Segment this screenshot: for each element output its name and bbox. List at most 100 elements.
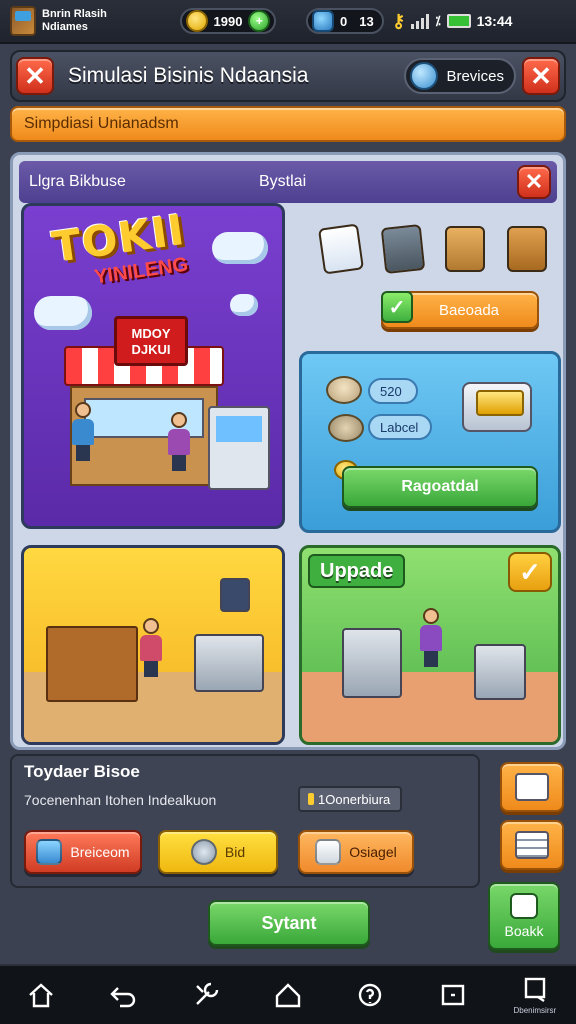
nav-profile[interactable]: Dbenimsirsr — [511, 971, 559, 1019]
panel-header-left: Llgra Bikbuse — [29, 173, 126, 190]
indicator-icon — [308, 793, 314, 805]
coin-counter[interactable]: 1990 + — [180, 8, 276, 34]
signal-icon — [411, 13, 430, 29]
worker-figure — [420, 608, 442, 668]
nav-back[interactable] — [99, 971, 147, 1019]
app-title-line1: Bnrin Rlasih — [42, 8, 107, 20]
info-banner: Simpdiasi Unianadsm — [10, 106, 566, 142]
business-info-panel: Toydaer Bisoe 7ocenenhan Itohen Indealku… — [10, 754, 480, 888]
inventory-label: Labcel — [368, 414, 432, 440]
display-stand — [194, 634, 264, 692]
stock-button-label: Boakk — [504, 923, 544, 939]
coin-icon — [186, 10, 208, 32]
app-title-line2: Ndiames — [42, 21, 88, 33]
info-pill-text: 1Oonerbiura — [318, 791, 391, 807]
edit-side-button[interactable] — [500, 762, 564, 812]
app-logo-text: Bnrin Rlasih Ndiames — [42, 8, 107, 34]
computer-icon — [36, 839, 63, 865]
bid-button-label: Bid — [224, 844, 246, 860]
sign-board — [220, 578, 250, 612]
register-machine — [342, 628, 402, 698]
inventory-value: 520 — [368, 378, 418, 404]
inventory-card[interactable]: 520 Labcel Ragoatdal — [299, 351, 561, 533]
store-sign-line2: DJKUI — [131, 342, 171, 357]
document-icon[interactable] — [317, 223, 365, 275]
crate-icon[interactable] — [380, 224, 426, 274]
bowl-icon — [328, 414, 364, 442]
shopkeeper-figure — [72, 402, 94, 462]
upgrade-label: Uppade — [308, 554, 406, 588]
info-subtitle: 7ocenenhan Itohen Indealkuon — [24, 792, 217, 808]
app-logo-icon — [10, 6, 36, 36]
cloud-icon — [230, 294, 258, 316]
coin-value: 1990 — [213, 13, 243, 29]
resource-counter[interactable]: 0 13 — [306, 8, 384, 34]
system-status: ⚷ ⁒ 13:44 — [392, 11, 512, 32]
data-icon: ⁒ — [435, 14, 441, 28]
main-panel: Llgra Bikbuse Bystlai ✕ TOKII YINILENG M… — [10, 152, 566, 750]
nav-support[interactable] — [346, 971, 394, 1019]
market-card[interactable] — [21, 545, 285, 745]
panel-header: Llgra Bikbuse Bystlai ✕ — [19, 161, 557, 203]
package-icon[interactable] — [507, 226, 547, 272]
stock-button[interactable]: Boakk — [488, 882, 560, 950]
status-bar: Bnrin Rlasih Ndiames 1990 + 0 13 ⚷ ⁒ 13:… — [0, 0, 576, 44]
profile-icon — [524, 977, 546, 1002]
shield-icon — [190, 839, 217, 865]
storage-button[interactable]: Osiagel — [298, 830, 414, 874]
cart-illustration — [208, 406, 270, 490]
browse-action-button[interactable]: Breiceom — [24, 830, 142, 874]
counter-illustration — [46, 626, 138, 702]
key-icon: ⚷ — [392, 10, 406, 31]
window-icon — [441, 984, 464, 1006]
gold-tray-icon — [462, 382, 532, 432]
confirm-button[interactable]: ✓ Baeoada — [381, 291, 539, 329]
close-button[interactable]: ✕ — [16, 57, 54, 95]
layers-icon — [515, 831, 549, 859]
layers-side-button[interactable] — [500, 820, 564, 870]
app-logo: Bnrin Rlasih Ndiames — [10, 6, 180, 36]
clock: 13:44 — [476, 13, 513, 29]
add-coins-icon[interactable]: + — [248, 10, 270, 32]
browse-button[interactable]: Brevices — [404, 58, 516, 94]
store-sign: MDOY DJKUI — [114, 316, 188, 366]
edit-icon — [515, 773, 549, 801]
info-pill: 1Oonerbiura — [298, 786, 402, 812]
title-bar: ✕ Simulasi Bisinis Ndaansia Brevices ✕ — [10, 50, 566, 102]
bowl-icon — [326, 376, 362, 404]
nav-house[interactable] — [264, 971, 312, 1019]
close-window-button[interactable]: ✕ — [522, 57, 560, 95]
nav-home[interactable] — [17, 971, 65, 1019]
upgrade-check-button[interactable]: ✓ — [508, 552, 552, 592]
box-icon[interactable] — [445, 226, 485, 272]
battery-icon — [446, 14, 471, 28]
shop-card[interactable]: TOKII YINILENG MDOY DJKUI — [21, 203, 285, 529]
nav-window[interactable] — [429, 971, 477, 1019]
check-icon: ✓ — [381, 291, 413, 323]
globe-icon — [410, 62, 439, 90]
customer-figure — [168, 412, 190, 472]
nav-profile-label: Dbenimsirsr — [513, 1006, 557, 1015]
confirm-button-label: Baeoada — [438, 301, 500, 319]
collect-button[interactable]: Ragoatdal — [342, 466, 538, 508]
bid-button[interactable]: Bid — [158, 830, 278, 874]
browse-label: Brevices — [446, 67, 504, 85]
support-icon — [359, 983, 382, 1007]
store-sign-line1: MDOY — [131, 326, 171, 341]
vendor-figure — [140, 618, 162, 678]
start-button[interactable]: Sytant — [208, 900, 370, 946]
resource-value-2: 13 — [359, 13, 374, 29]
resource-value-1: 0 — [340, 13, 348, 29]
panel-header-right: Bystlai — [259, 173, 307, 190]
back-icon — [110, 987, 136, 1008]
document-icon — [315, 839, 342, 865]
house-icon — [275, 983, 301, 1008]
upgrade-card[interactable]: Uppade ✓ — [299, 545, 561, 745]
panel-close-button[interactable]: ✕ — [517, 165, 551, 199]
resource-icon — [312, 10, 334, 32]
nav-tools[interactable] — [182, 971, 230, 1019]
display-case — [474, 644, 526, 700]
info-title: Toydaer Bisoe — [24, 762, 140, 781]
home-icon — [29, 983, 53, 1008]
item-row — [317, 219, 547, 279]
